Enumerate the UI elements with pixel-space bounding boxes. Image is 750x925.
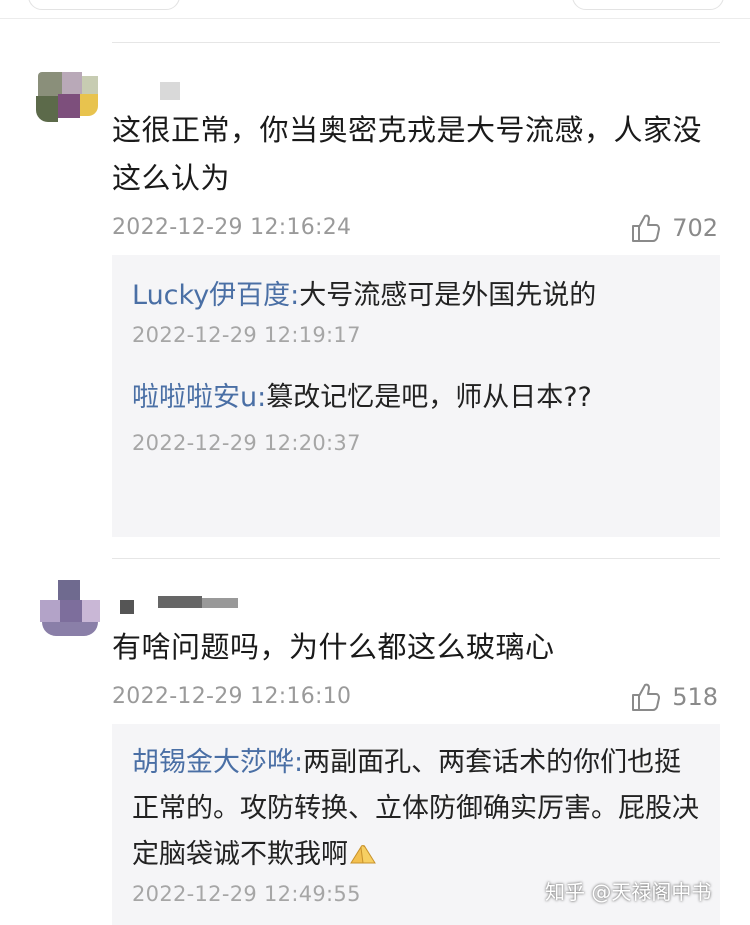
praying-hands-icon: [350, 845, 376, 864]
reply-box: Lucky伊百度:大号流感可是外国先说的 2022-12-29 12:19:17…: [112, 255, 720, 537]
reply-time: 2022-12-29 12:19:17: [132, 323, 361, 347]
reply-item[interactable]: Lucky伊百度:大号流感可是外国先说的 2022-12-29 12:19:17: [132, 273, 704, 347]
username-blurred[interactable]: [120, 596, 240, 614]
reply-time: 2022-12-29 12:20:37: [132, 431, 361, 455]
like-button[interactable]: 518: [630, 681, 718, 713]
comment-divider: [112, 42, 720, 43]
reply-item[interactable]: 啦啦啦安u:篡改记忆是吧，师从日本?? 2022-12-29 12:20:37: [132, 375, 704, 455]
reply-text: 篡改记忆是吧，师从日本??: [266, 382, 592, 413]
like-count: 702: [672, 214, 718, 242]
watermark: 知乎 @天禄阁中书: [545, 880, 712, 904]
username-blurred[interactable]: [160, 82, 180, 100]
comment-divider: [112, 558, 720, 559]
reply-author-link[interactable]: 啦啦啦安u:: [132, 382, 266, 413]
avatar[interactable]: [38, 580, 106, 640]
thumbs-up-icon: [632, 683, 661, 711]
like-count: 518: [672, 683, 718, 711]
comment-text: 有啥问题吗，为什么都这么玻璃心: [112, 630, 555, 664]
top-tab-left[interactable]: [28, 0, 180, 10]
reply-author-link[interactable]: Lucky伊百度:: [132, 280, 299, 311]
comment-text: 这很正常，你当奥密克戎是大号流感，人家没这么认为: [112, 113, 703, 195]
reply-author-link[interactable]: 胡锡金大莎哗:: [132, 747, 303, 778]
thumbs-up-icon: [632, 214, 661, 242]
top-tab-right[interactable]: [572, 0, 724, 10]
comment-time: 2022-12-29 12:16:24: [112, 215, 352, 240]
avatar[interactable]: [32, 68, 100, 128]
reply-text: 大号流感可是外国先说的: [299, 280, 597, 311]
like-button[interactable]: 702: [630, 212, 718, 244]
comment-time: 2022-12-29 12:16:10: [112, 684, 352, 709]
header-divider: [0, 18, 750, 19]
